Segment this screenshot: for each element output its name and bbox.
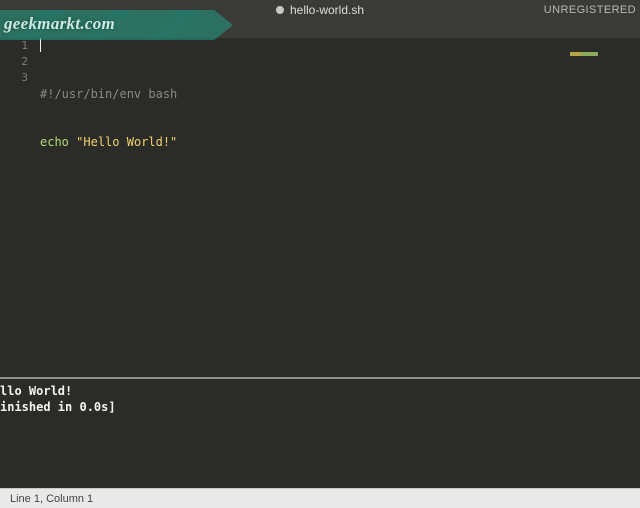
build-output-panel[interactable]: llo World! inished in 0.0s]	[0, 379, 640, 488]
line-number: 2	[0, 54, 28, 70]
active-tab[interactable]: hello-world.sh	[276, 3, 364, 17]
gutter-band	[0, 20, 640, 38]
keyword-echo: echo	[40, 135, 69, 149]
line-number-gutter: 1 2 3	[0, 38, 40, 375]
output-line: llo World!	[0, 384, 72, 398]
line-number: 1	[0, 38, 28, 54]
string-literal: "Hello World!"	[76, 135, 177, 149]
line-number: 3	[0, 70, 28, 86]
shebang-comment: #!/usr/bin/env bash	[40, 87, 177, 101]
cursor-position-label[interactable]: Line 1, Column 1	[10, 493, 93, 505]
code-line[interactable]: echo "Hello World!"	[40, 134, 640, 150]
minimap[interactable]	[570, 52, 598, 56]
tab-bar: hello-world.sh UNREGISTERED	[0, 0, 640, 20]
editor-pane[interactable]: 1 2 3 #!/usr/bin/env bash echo "Hello Wo…	[0, 38, 640, 375]
code-area[interactable]: #!/usr/bin/env bash echo "Hello World!"	[40, 38, 640, 375]
output-line: inished in 0.0s]	[0, 400, 116, 414]
text-cursor	[40, 38, 41, 52]
unregistered-label: UNREGISTERED	[544, 4, 636, 16]
status-bar: Line 1, Column 1	[0, 488, 640, 508]
tab-filename: hello-world.sh	[290, 3, 364, 17]
code-line[interactable]: #!/usr/bin/env bash	[40, 86, 640, 102]
tab-dirty-dot-icon	[276, 6, 284, 14]
code-line[interactable]	[40, 182, 640, 198]
